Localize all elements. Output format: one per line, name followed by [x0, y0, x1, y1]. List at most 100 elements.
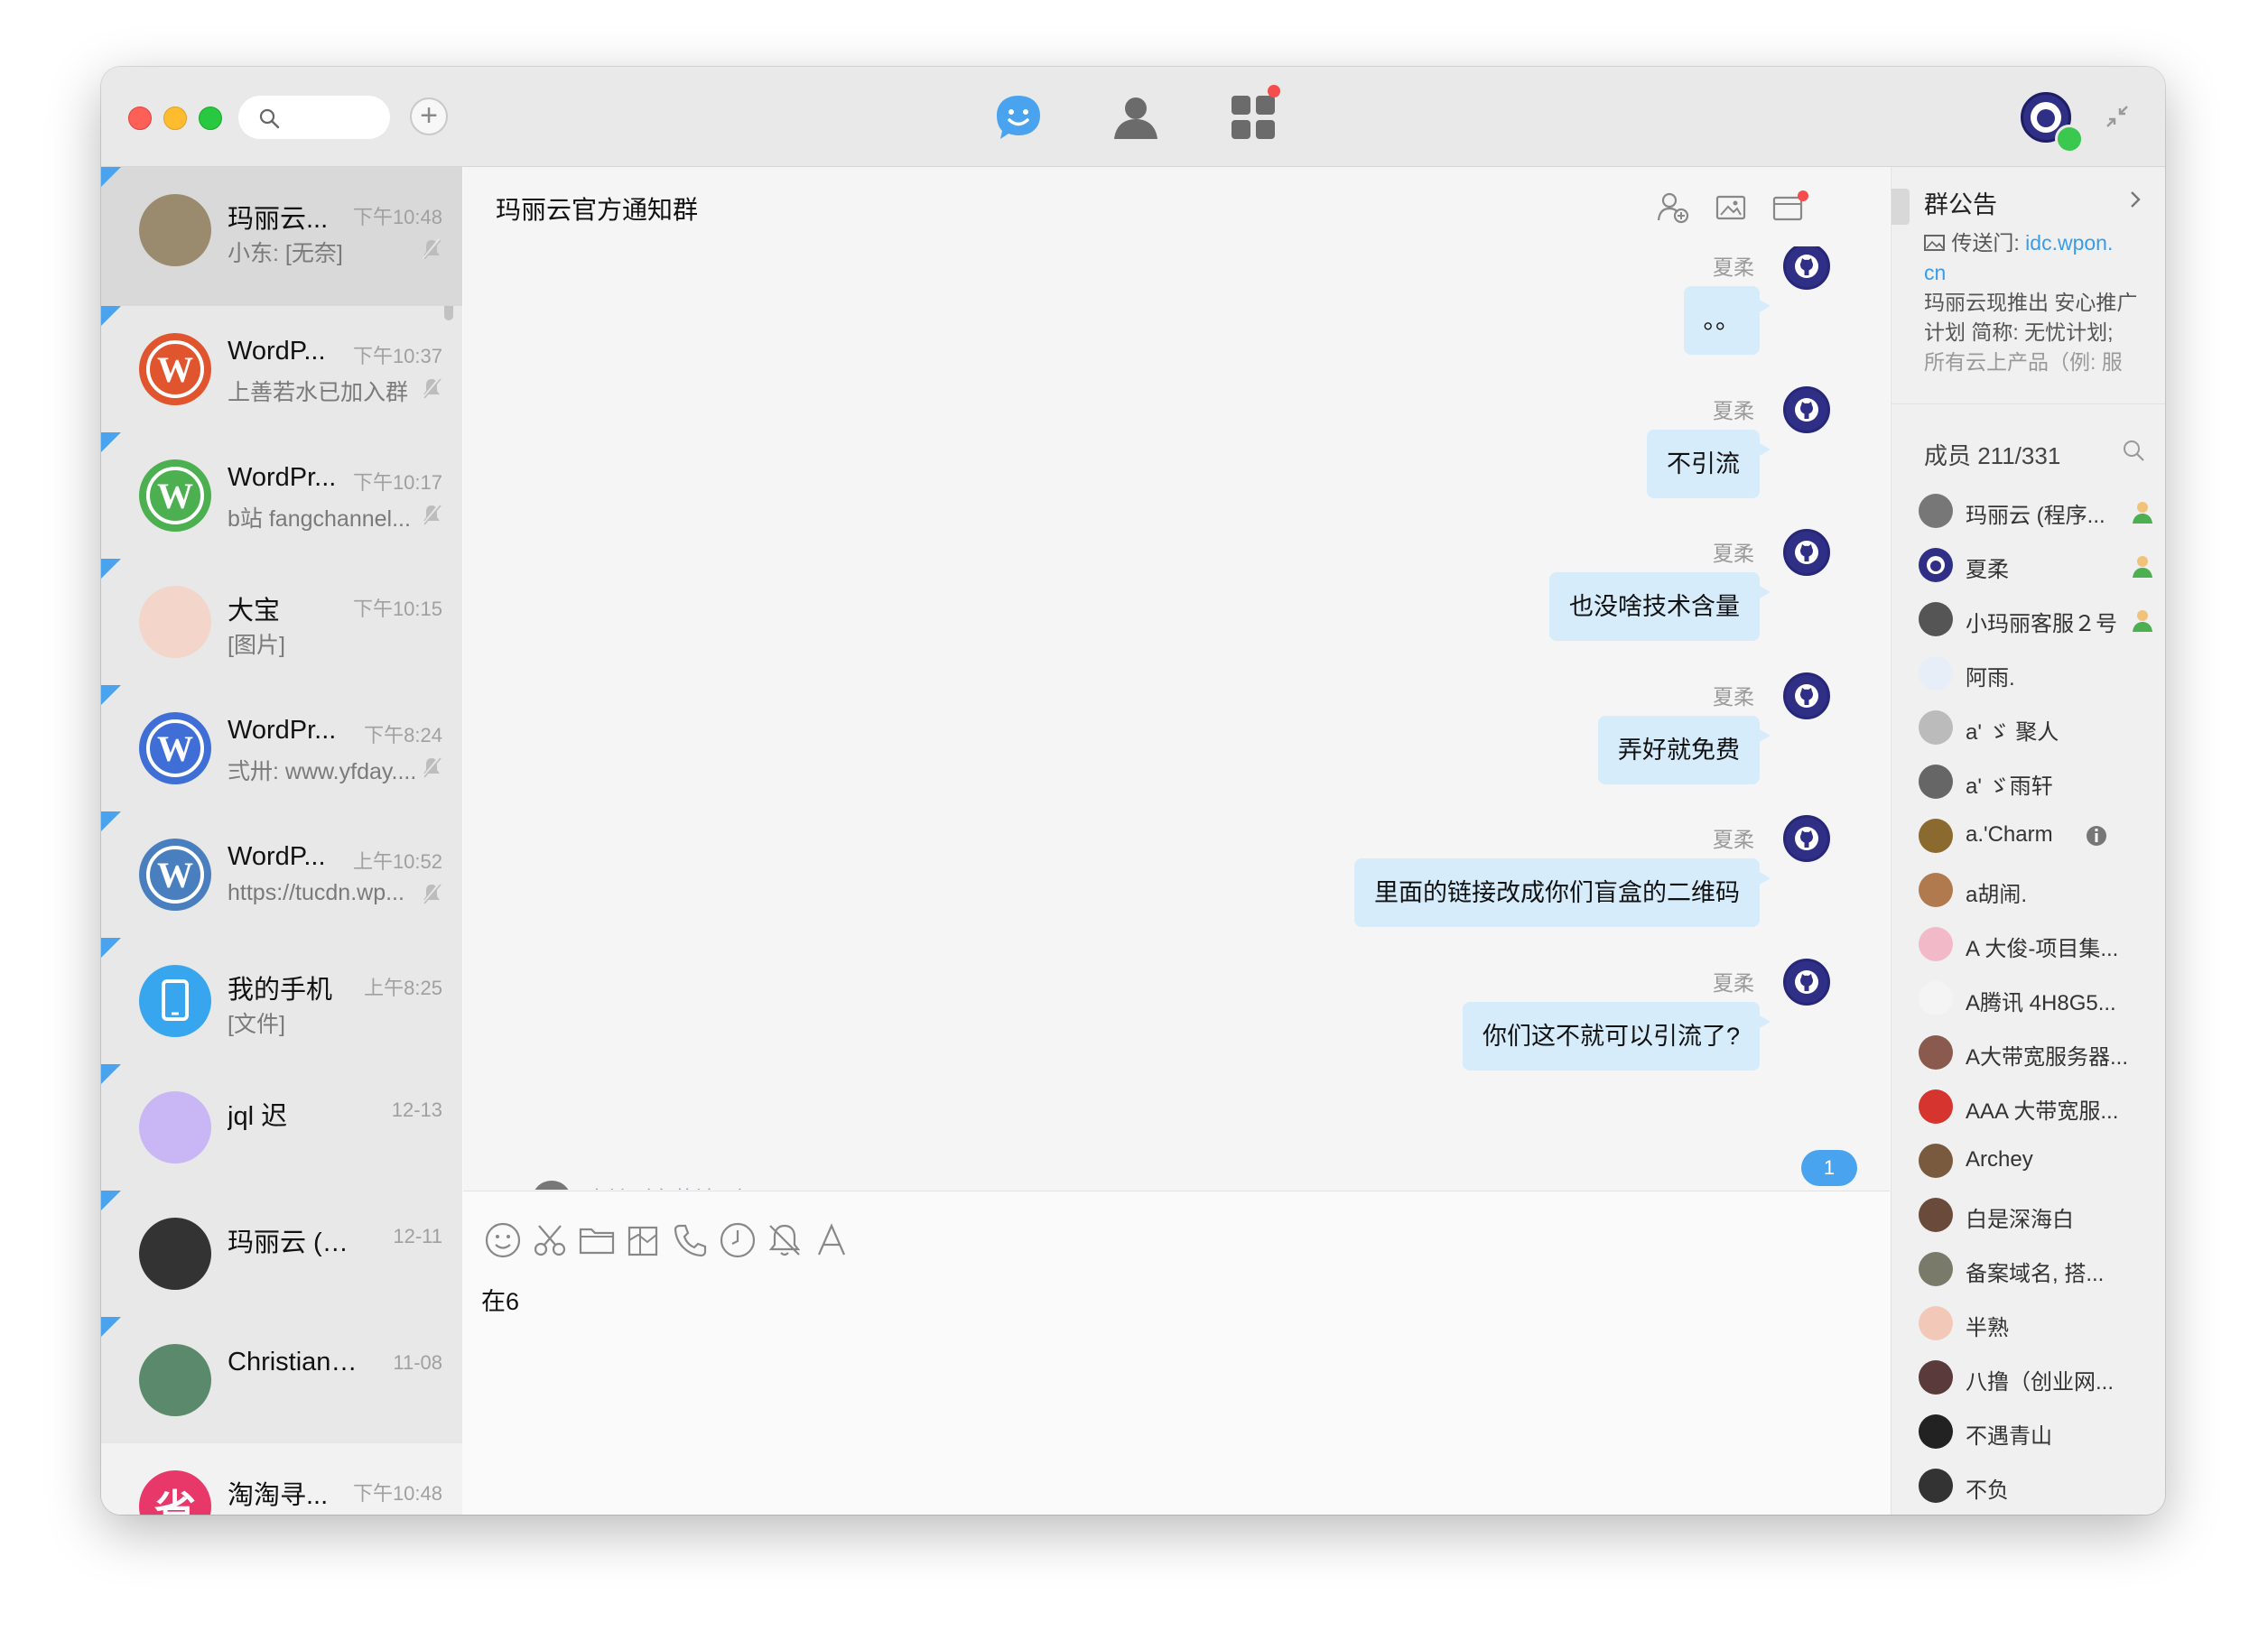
member-name: a' ゞ 聚人 — [1966, 720, 2059, 745]
minimize-window-button[interactable] — [163, 107, 187, 130]
member-item[interactable]: 备案域名, 搭... — [1919, 1252, 2155, 1288]
member-name: 白是深海白 — [1966, 1208, 2074, 1232]
member-name: 玛丽云 (程序... — [1966, 504, 2105, 528]
conversation-list[interactable]: 玛丽云... 下午10:48 小东: [无奈] W WordP... 下午10:37 上善若… — [101, 167, 462, 1515]
avatar — [532, 1181, 572, 1190]
conversation-item[interactable]: 玛丽云 (程... 12-11 — [101, 1191, 462, 1317]
conversation-item[interactable]: W WordPr... 下午8:24 弍卅: www.yfday.... — [101, 685, 462, 811]
sender-name: 夏柔 — [1713, 970, 1754, 995]
chevron-right-icon[interactable] — [2126, 187, 2144, 212]
message-bubble[interactable]: 。。 — [1683, 286, 1771, 355]
chat-panel: 玛丽云官方通知群 1 青铃（字节社区） 夏柔。。夏 — [463, 167, 1890, 1515]
conversation-item[interactable]: W WordPr... 下午10:17 b站 fangchannel... — [101, 432, 462, 559]
member-item[interactable]: 夏柔 — [1919, 548, 2155, 584]
panel-collapse-handle[interactable] — [1892, 189, 1910, 225]
message-bubble[interactable]: 你们这不就可以引流了? — [1462, 1001, 1771, 1071]
avatar[interactable] — [1783, 815, 1830, 862]
add-button[interactable]: + — [410, 97, 448, 135]
member-item[interactable]: 八撸（创业网... — [1919, 1360, 2155, 1396]
emoji-icon[interactable] — [483, 1220, 523, 1260]
avatar[interactable] — [1783, 672, 1830, 719]
screenshot-icon[interactable] — [624, 1220, 664, 1260]
unread-count-badge[interactable]: 1 — [1801, 1150, 1857, 1186]
collapse-icon[interactable] — [2104, 103, 2131, 130]
avatar[interactable] — [1783, 958, 1830, 1006]
close-window-button[interactable] — [128, 107, 152, 130]
font-icon[interactable] — [812, 1220, 851, 1260]
member-name: AAA 大带宽服... — [1966, 1099, 2119, 1124]
avatar — [1919, 1144, 1953, 1178]
conversation-name: 玛丽云 (程... — [228, 1228, 363, 1257]
add-member-icon[interactable] — [1655, 189, 1691, 225]
avatar — [139, 1091, 211, 1163]
member-name: 小玛丽客服２号 — [1966, 612, 2117, 636]
image-icon — [1924, 235, 1945, 251]
message-bubble[interactable]: 也没啥技术含量 — [1549, 572, 1771, 641]
sender-name: 夏柔 — [1713, 255, 1754, 279]
member-item[interactable]: AAA 大带宽服... — [1919, 1089, 2155, 1126]
member-item[interactable]: 半熟 — [1919, 1306, 2155, 1342]
message-bubble[interactable]: 弄好就免费 — [1598, 715, 1771, 784]
apps-grid-icon[interactable] — [1226, 90, 1280, 144]
member-item[interactable]: A 大俊-项目集... — [1919, 927, 2155, 963]
conversation-item[interactable]: 大宝 下午10:15 [图片] — [101, 559, 462, 685]
chat-bubble-icon[interactable] — [991, 90, 1046, 144]
gallery-icon[interactable] — [1713, 189, 1749, 225]
conversation-time: 下午10:17 — [352, 471, 442, 494]
mute-bell-icon — [422, 238, 442, 260]
bell-off-icon[interactable] — [765, 1220, 804, 1260]
contacts-icon[interactable] — [1109, 90, 1163, 144]
announcement-icon[interactable] — [1771, 189, 1810, 225]
notice-link[interactable]: idc.wpon. — [2025, 231, 2113, 255]
message-bubble[interactable]: 里面的链接改成你们盲盒的二维码 — [1354, 858, 1771, 927]
member-item[interactable]: 阿雨. — [1919, 656, 2155, 692]
folder-icon[interactable] — [577, 1220, 617, 1260]
conversation-item[interactable]: ChristianT... 11-08 — [101, 1317, 462, 1443]
avatar — [1919, 1198, 1953, 1232]
member-item[interactable]: A大带宽服务器... — [1919, 1035, 2155, 1071]
member-item[interactable]: 小玛丽客服２号 — [1919, 602, 2155, 638]
group-notice-title[interactable]: 群公告 — [1924, 185, 1997, 220]
member-name: Archey — [1966, 1147, 2033, 1172]
search-icon[interactable] — [2121, 438, 2146, 463]
avatar — [1919, 1089, 1953, 1124]
message-input[interactable]: 在6 — [481, 1282, 519, 1317]
member-item[interactable]: a胡闹. — [1919, 873, 2155, 909]
member-item[interactable]: 不负 — [1919, 1469, 2155, 1505]
member-name: 不遇青山 — [1966, 1424, 2052, 1449]
member-item[interactable]: 白是深海白 — [1919, 1198, 2155, 1234]
search-input[interactable] — [238, 96, 390, 139]
member-item[interactable]: 不遇青山 — [1919, 1414, 2155, 1451]
member-item[interactable]: a' ゞ 聚人 — [1919, 710, 2155, 746]
phone-icon[interactable] — [671, 1220, 711, 1260]
conversation-item[interactable]: 玛丽云... 下午10:48 小东: [无奈] — [101, 167, 462, 306]
zoom-window-button[interactable] — [199, 107, 222, 130]
conversation-name: ChristianT... — [228, 1348, 363, 1377]
member-name: 不负 — [1966, 1479, 2009, 1503]
conversation-item[interactable]: W WordP... 下午10:37 上善若水已加入群 — [101, 306, 462, 432]
conversation-item[interactable]: jql 迟 12-13 — [101, 1064, 462, 1191]
mute-bell-icon — [422, 504, 442, 525]
history-icon[interactable] — [718, 1220, 758, 1260]
member-item[interactable]: 玛丽云 (程序... — [1919, 494, 2155, 530]
notice-link[interactable]: cn — [1924, 258, 2155, 288]
avatar[interactable] — [1783, 385, 1830, 433]
conversation-item[interactable]: 我的手机 上午8:25 [文件] — [101, 938, 462, 1064]
conversation-item[interactable]: 省淘淘寻...下午10:48日发单23...有11 — [101, 1443, 462, 1515]
avatar[interactable] — [1783, 246, 1830, 290]
avatar[interactable] — [1783, 529, 1830, 576]
conversation-item[interactable]: W WordP... 上午10:52 https://tucdn.wp... — [101, 811, 462, 938]
member-item[interactable]: a.'Charm — [1919, 819, 2155, 855]
conversation-name: WordP... — [228, 337, 326, 366]
message-bubble[interactable]: 不引流 — [1647, 429, 1771, 498]
sender-name: 夏柔 — [1713, 542, 1754, 565]
member-item[interactable]: a' ゞ雨轩 — [1919, 765, 2155, 801]
scissors-icon[interactable] — [530, 1220, 570, 1260]
member-item[interactable]: A腾讯 4H8G5... — [1919, 981, 2155, 1017]
avatar — [1919, 1469, 1953, 1503]
message-composer[interactable]: 在6 — [463, 1191, 1890, 1515]
conversation-name: 玛丽云... — [228, 205, 329, 234]
admin-icon — [2133, 502, 2152, 524]
message-list[interactable]: 1 青铃（字节社区） 夏柔。。夏柔不引流夏柔也没啥技术含量夏柔弄好就免费夏柔里面… — [463, 246, 1890, 1190]
member-item[interactable]: Archey — [1919, 1144, 2155, 1180]
